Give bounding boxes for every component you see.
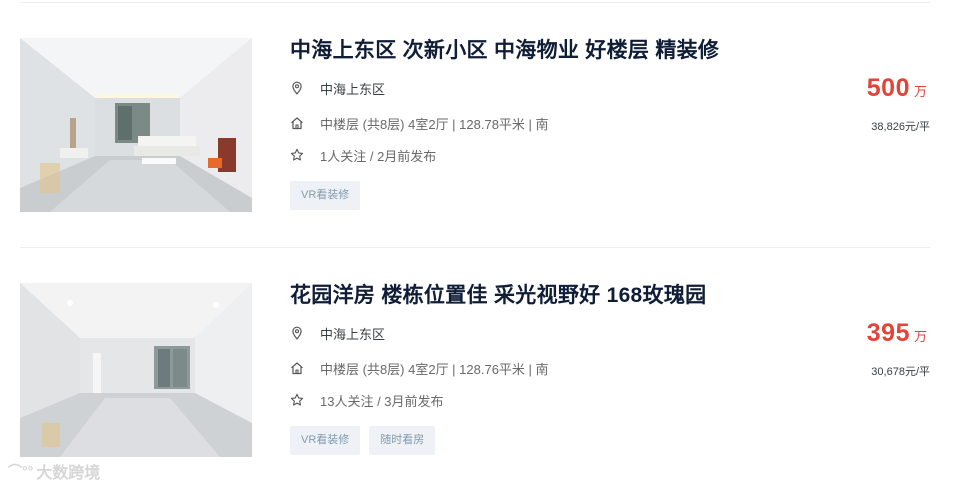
follow-info-row: 1人关注 / 2月前发布 [290, 146, 436, 164]
house-info-row: 中楼层 (共8层) 4室2厅 | 128.76平米 | 南 [290, 359, 549, 377]
location-pin-icon [290, 326, 304, 340]
empty-room-photo [20, 283, 252, 457]
follow-info-text: 13人关注 / 3月前发布 [320, 393, 444, 409]
tag-vr-decoration: VR看装修 [290, 426, 361, 455]
unit-price: 38,826元/平 [871, 121, 930, 133]
listing-title[interactable]: 中海上东区 次新小区 中海物业 好楼层 精装修 [290, 34, 719, 64]
total-price-value: 500 [866, 74, 910, 102]
follow-info-row: 13人关注 / 3月前发布 [290, 391, 444, 409]
listing-card[interactable]: 中海上东区 次新小区 中海物业 好楼层 精装修 中海上东区 中楼层 (共8层) … [0, 0, 963, 212]
total-price: 395 万 [867, 319, 927, 348]
community-link[interactable]: 中海上东区 [320, 79, 385, 98]
listing-title[interactable]: 花园洋房 楼栋位置佳 采光视野好 168玫瑰园 [290, 279, 706, 309]
price-unit: 万 [913, 84, 927, 99]
star-icon [290, 148, 304, 162]
house-icon [290, 361, 304, 375]
listing-photo[interactable] [20, 283, 252, 457]
tag-vr-decoration: VR看装修 [290, 181, 361, 210]
community-link[interactable]: 中海上东区 [320, 324, 385, 343]
listing-card[interactable]: 花园洋房 楼栋位置佳 采光视野好 168玫瑰园 中海上东区 中楼层 (共8层) … [0, 245, 963, 457]
total-price-value: 395 [866, 319, 910, 347]
watermark-logo: ⌒°° 大数跨境 [8, 459, 100, 483]
community-row: 中海上东区 [290, 79, 385, 97]
house-info-text: 中楼层 (共8层) 4室2厅 | 128.78平米 | 南 [320, 116, 549, 132]
house-info-row: 中楼层 (共8层) 4室2厅 | 128.78平米 | 南 [290, 114, 549, 132]
tag-list: VR看装修 随时看房 [290, 426, 436, 455]
follow-info-text: 1人关注 / 2月前发布 [320, 148, 437, 164]
listing-photo[interactable] [20, 38, 252, 212]
location-pin-icon [290, 81, 304, 95]
total-price: 500 万 [867, 74, 927, 103]
star-icon [290, 393, 304, 407]
watermark-symbol: ⌒°° [8, 463, 34, 479]
community-row: 中海上东区 [290, 324, 385, 342]
unit-price: 30,678元/平 [871, 366, 930, 378]
tag-anytime-viewing: 随时看房 [369, 426, 436, 455]
house-icon [290, 116, 304, 130]
house-info-text: 中楼层 (共8层) 4室2厅 | 128.76平米 | 南 [320, 361, 549, 377]
price-unit: 万 [913, 329, 927, 344]
watermark-text: 大数跨境 [36, 465, 101, 482]
living-room-photo [20, 38, 252, 212]
tag-list: VR看装修 [290, 181, 361, 210]
